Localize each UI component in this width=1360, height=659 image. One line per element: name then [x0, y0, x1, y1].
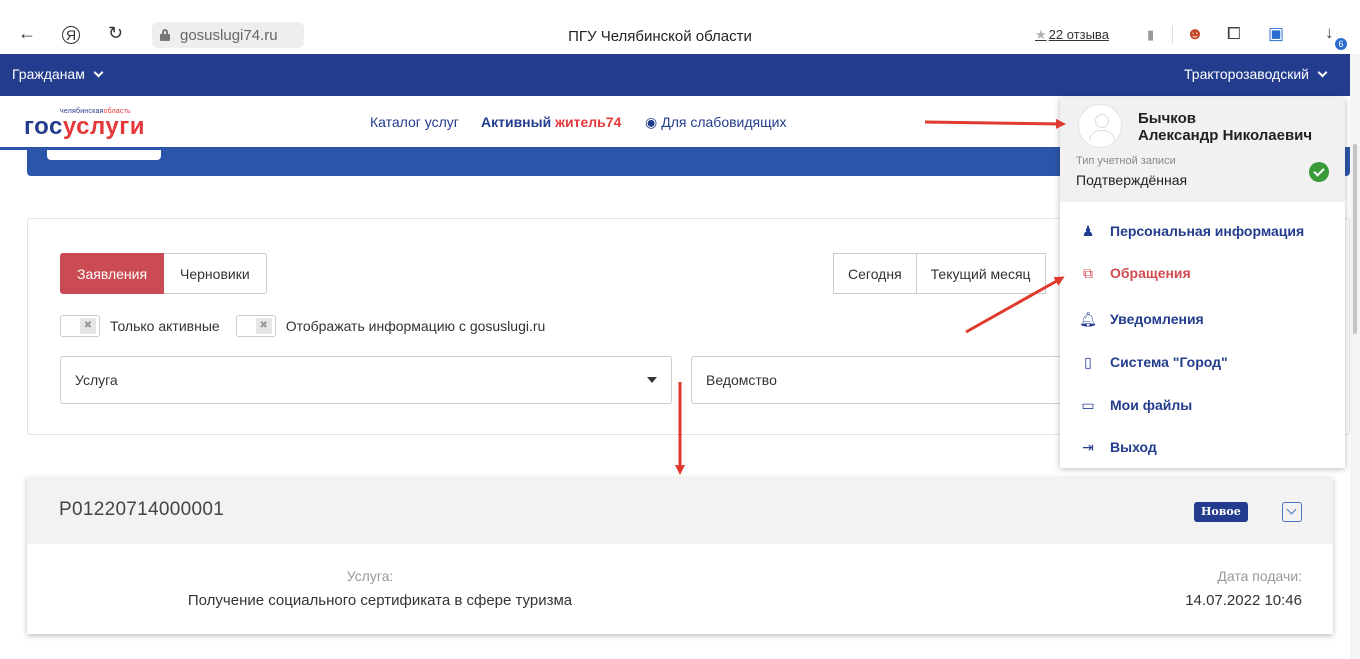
menu-item-city-system[interactable]: ▯ Система "Город"	[1060, 347, 1345, 377]
toggle-row: Только активные Отображать информацию с …	[60, 315, 561, 337]
tab-drafts[interactable]: Черновики	[164, 253, 267, 294]
address-bar[interactable]: gosuslugi74.ru	[152, 22, 304, 48]
menu-item-label: Персональная информация	[1110, 223, 1305, 239]
banner-button[interactable]	[47, 150, 161, 160]
tab-applications[interactable]: Заявления	[60, 253, 165, 294]
folder-icon: ▭	[1081, 396, 1095, 413]
account-type-label: Тип учетной записи	[1076, 155, 1176, 167]
star-icon: ★	[1035, 27, 1047, 42]
reload-icon[interactable]: ↻	[108, 24, 123, 42]
eye-icon: ◉	[645, 114, 658, 130]
show-gosuslugi-toggle[interactable]	[235, 315, 276, 337]
account-type-value: Подтверждённая	[1076, 172, 1188, 188]
chevron-down-icon	[1317, 67, 1328, 78]
district-selector[interactable]: Тракторозаводский	[1184, 66, 1328, 82]
copy-icon: ⧉	[1083, 264, 1093, 281]
user-full-name: Бычков Александр Николаевич	[1138, 110, 1312, 144]
application-card-header: P01220714000001 Новое	[27, 477, 1333, 544]
top-navigation: Гражданам Тракторозаводский	[0, 54, 1350, 96]
citizens-label: Гражданам	[12, 66, 85, 82]
menu-item-label: Мои файлы	[1110, 397, 1193, 413]
department-select[interactable]: Ведомство	[691, 356, 1091, 404]
yandex-icon[interactable]: Я	[62, 26, 80, 44]
menu-item-appeals[interactable]: ⧉ Обращения	[1060, 258, 1345, 288]
district-label: Тракторозаводский	[1184, 66, 1309, 82]
low-vision-label: Для слабовидящих	[661, 114, 787, 130]
show-gosuslugi-label: Отображать информацию с gosuslugi.ru	[285, 318, 546, 334]
toolbar-divider	[1172, 26, 1173, 44]
menu-item-logout[interactable]: ⇥ Выход	[1060, 432, 1345, 462]
gosuslugi-logo[interactable]: челябинскаяобласть госуслуги	[24, 108, 145, 139]
back-arrow-icon[interactable]: ←	[18, 24, 36, 42]
catalog-link[interactable]: Каталог услуг	[370, 114, 459, 130]
caret-down-icon	[647, 377, 657, 383]
menu-item-label: Уведомления	[1110, 311, 1204, 327]
browser-toolbar: ← Я ↻ gosuslugi74.ru ПГУ Челябинской обл…	[0, 0, 1360, 54]
page-scrollbar[interactable]	[1350, 54, 1360, 659]
building-icon: ▯	[1084, 353, 1092, 370]
only-active-label: Только активные	[110, 318, 220, 334]
logo-part-a: гос	[24, 113, 63, 140]
download-count-badge: 6	[1335, 38, 1347, 50]
menu-item-personal-info[interactable]: ♟ Персональная информация	[1060, 216, 1345, 246]
period-today-button[interactable]: Сегодня	[833, 253, 917, 294]
reviews-count: 22 отзыва	[1048, 27, 1109, 42]
only-active-toggle[interactable]	[60, 315, 100, 337]
service-select[interactable]: Услуга	[60, 356, 672, 404]
department-select-value: Ведомство	[706, 372, 777, 388]
user-given-names: Александр Николаевич	[1138, 127, 1313, 144]
menu-item-label: Система "Город"	[1110, 354, 1228, 370]
page-title-text: ПГУ Челябинской области	[568, 28, 752, 45]
menu-item-my-files[interactable]: ▭ Мои файлы	[1060, 390, 1345, 420]
exit-icon: ⇥	[1082, 438, 1094, 455]
download-icon[interactable]: ↓	[1325, 23, 1334, 43]
service-label-text: Услуга:	[346, 568, 394, 584]
submission-date-label: Дата подачи:	[1217, 568, 1302, 584]
scrollbar-thumb[interactable]	[1353, 144, 1357, 334]
service-select-value: Услуга	[75, 372, 118, 388]
period-current-month-button[interactable]: Текущий месяц	[916, 253, 1046, 294]
period-filter: Сегодня Текущий месяц	[833, 253, 1046, 294]
screenshot-root: ← Я ↻ gosuslugi74.ru ПГУ Челябинской обл…	[0, 0, 1360, 659]
user-surname: Бычков	[1138, 110, 1196, 127]
user-menu-dropdown: Бычков Александр Николаевич Тип учетной …	[1060, 98, 1345, 468]
service-value: Получение социального сертификата в сфер…	[187, 592, 573, 609]
application-tabs: Заявления Черновики	[60, 253, 267, 294]
bookmark-icon[interactable]: ▮	[1147, 27, 1154, 43]
application-card[interactable]: P01220714000001 Новое Услуга: Получение …	[27, 477, 1333, 634]
low-vision-link[interactable]: ◉ Для слабовидящих	[645, 114, 786, 131]
address-bar-url: gosuslugi74.ru	[180, 26, 278, 44]
menu-item-notifications[interactable]: 🔔︎ Уведомления	[1060, 304, 1345, 334]
user-profile-summary: Бычков Александр Николаевич Тип учетной …	[1060, 98, 1345, 202]
bell-icon: 🔔︎	[1079, 310, 1097, 327]
reviews-link[interactable]: ★ 22 отзыва	[1035, 27, 1109, 43]
expand-chevron-icon[interactable]	[1282, 502, 1302, 522]
lock-icon	[160, 29, 170, 41]
extension-puzzle-icon[interactable]: ⧠	[1227, 24, 1241, 44]
chevron-down-icon	[93, 67, 104, 78]
extension-avatar-icon[interactable]: ☻	[1186, 24, 1204, 44]
service-label: Услуга:	[27, 568, 707, 584]
application-number: P01220714000001	[59, 499, 225, 520]
menu-item-label: Выход	[1110, 439, 1157, 455]
verified-check-icon	[1309, 162, 1329, 182]
status-badge: Новое	[1194, 502, 1248, 522]
menu-item-label: Обращения	[1110, 265, 1191, 281]
active-citizen-part-a: Активный	[481, 114, 556, 130]
user-icon: ♟	[1081, 222, 1095, 239]
logo-wordmark: госуслуги	[24, 115, 145, 139]
extension-screenshot-icon[interactable]: ▣	[1268, 24, 1284, 44]
avatar	[1078, 104, 1122, 148]
citizens-menu[interactable]: Гражданам	[12, 66, 104, 82]
logo-part-b: услуги	[62, 113, 145, 140]
submission-date-value: 14.07.2022 10:46	[1185, 592, 1302, 609]
active-citizen-link[interactable]: Активный житель74	[481, 114, 621, 130]
active-citizen-part-b: житель74	[555, 114, 622, 130]
